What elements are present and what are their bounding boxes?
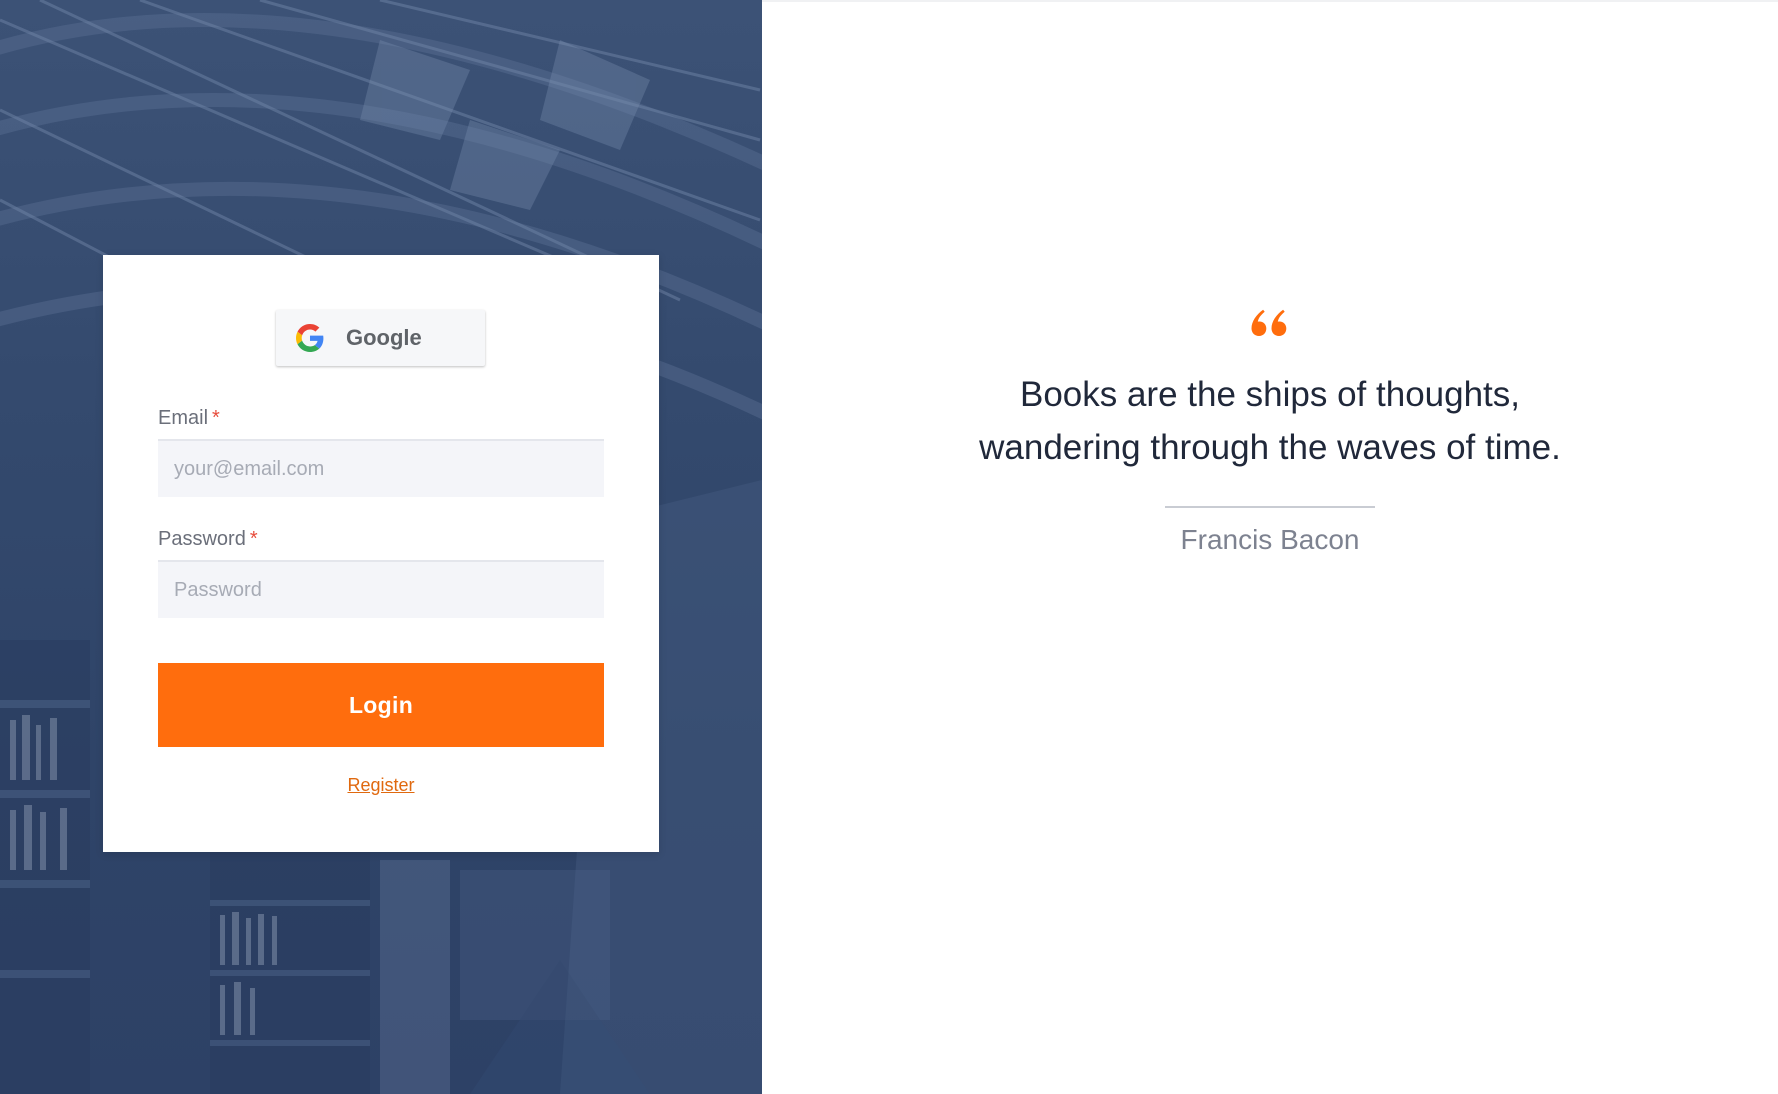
- quote-block: Books are the ships of thoughts, wanderi…: [962, 300, 1578, 556]
- password-field[interactable]: [158, 560, 604, 618]
- email-label-text: Email: [158, 407, 209, 429]
- google-button-label: Google: [346, 325, 422, 350]
- hero-background-panel: Google Email* Password* Login Register: [0, 0, 762, 1094]
- google-signin-button[interactable]: Google: [276, 310, 485, 366]
- email-label: Email *: [158, 407, 220, 430]
- quote-icon: [1251, 309, 1287, 336]
- password-required-marker: *: [249, 528, 258, 550]
- top-divider: [762, 0, 1778, 2]
- login-button[interactable]: Login: [158, 663, 604, 747]
- password-label: Password *: [158, 528, 258, 551]
- quote-author: Francis Bacon: [1180, 524, 1360, 555]
- login-page: Google Email* Password* Login Register B…: [0, 0, 1778, 1094]
- google-icon: [296, 324, 324, 352]
- quote-text: Books are the ships of thoughts, wanderi…: [979, 375, 1561, 467]
- quote-divider: [1165, 506, 1375, 508]
- email-field[interactable]: [158, 439, 604, 497]
- login-card: Google Email* Password* Login Register: [103, 255, 659, 852]
- quote-panel: Books are the ships of thoughts, wanderi…: [762, 0, 1778, 1094]
- email-required-marker: *: [212, 407, 220, 429]
- register-link[interactable]: Register: [103, 775, 659, 796]
- password-label-text: Password: [158, 528, 246, 550]
